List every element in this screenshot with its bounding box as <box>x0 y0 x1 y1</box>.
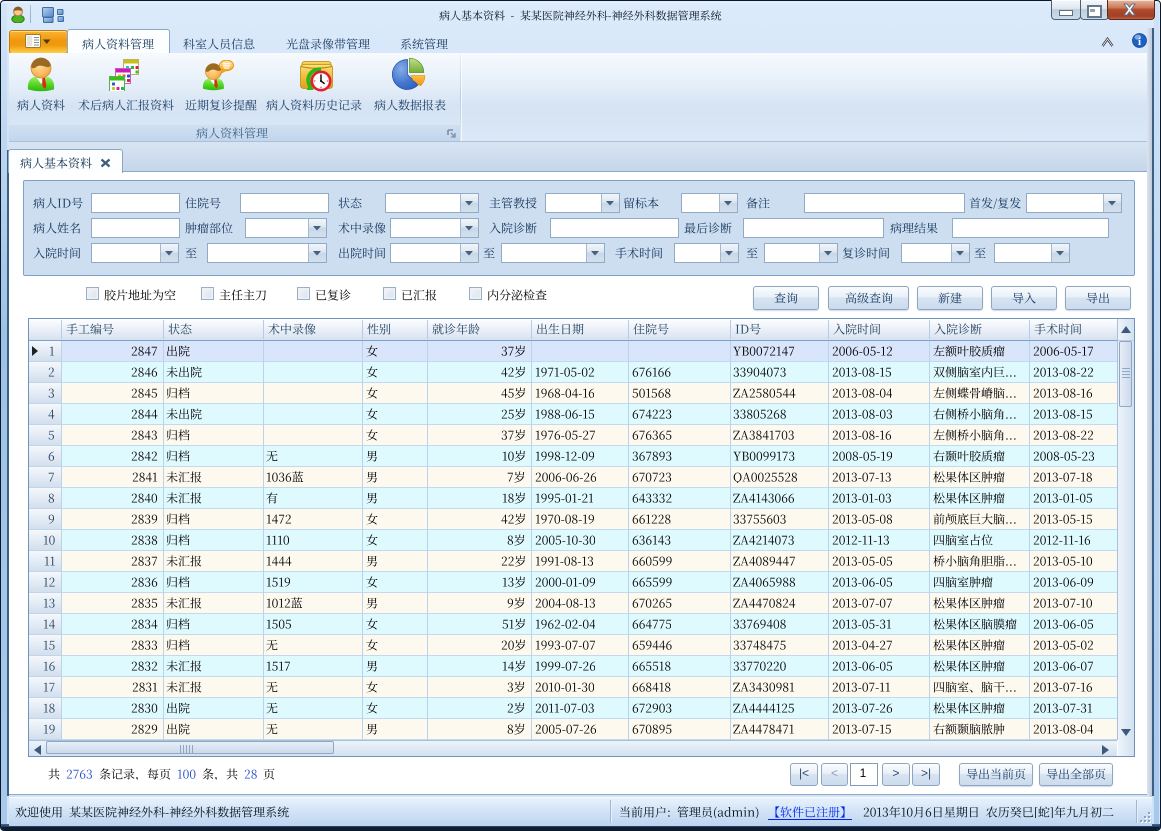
svg-text:i: i <box>1138 36 1141 48</box>
